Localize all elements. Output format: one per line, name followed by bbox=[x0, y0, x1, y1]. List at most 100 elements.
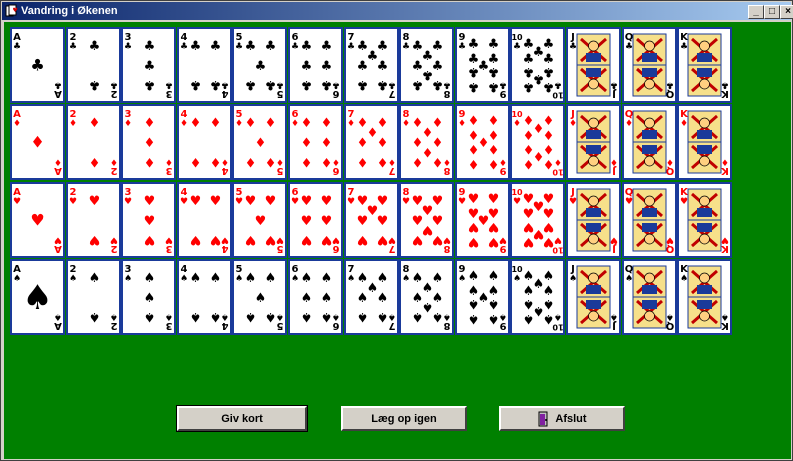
card-pip-icon: ♥ bbox=[301, 231, 313, 246]
card-6-diamonds[interactable]: 6 ♦ 6 ♦ ♦ ♦ ♦ ♦ ♦ ♦ bbox=[288, 104, 343, 181]
card-pip-icon: ♦ bbox=[301, 116, 313, 131]
card-2-spades[interactable]: 2 ♠ 2 ♠ ♠ ♠ bbox=[65, 258, 121, 335]
card-corner-suit-icon: ♥ bbox=[610, 234, 618, 244]
card-pip-icon: ♣ bbox=[189, 77, 201, 92]
card-corner-suit-icon: ♠ bbox=[625, 274, 633, 284]
card-pip-icon: ♣ bbox=[412, 77, 424, 92]
card-rank-label: 10 bbox=[512, 188, 523, 197]
card-2-clubs[interactable]: 2 ♣ 2 ♣ ♣ ♣ bbox=[65, 27, 121, 103]
card-j-hearts[interactable]: J ♥ J ♥ bbox=[566, 181, 621, 258]
card-9-hearts[interactable]: 9 ♥ 9 ♥ ♥ ♥ ♥ ♥ ♥ ♥ ♥ ♥ ♥ bbox=[454, 181, 510, 258]
card-pip-icon: ♦ bbox=[321, 136, 333, 151]
minimize-button[interactable]: _ bbox=[748, 5, 764, 19]
card-8-diamonds[interactable]: 8 ♦ 8 ♦ ♦ ♦ ♦ ♦ ♦ ♦ ♦ ♦ bbox=[399, 104, 455, 181]
card-5-diamonds[interactable]: 5 ♦ 5 ♦ ♦ ♦ ♦ ♦ ♦ bbox=[232, 104, 288, 181]
card-6-hearts[interactable]: 6 ♥ 6 ♥ ♥ ♥ ♥ ♥ ♥ ♥ bbox=[288, 181, 343, 258]
card-7-diamonds[interactable]: 7 ♦ 7 ♦ ♦ ♦ ♦ ♦ ♦ ♦ ♦ bbox=[343, 104, 399, 181]
card-pip-icon: ♦ bbox=[523, 156, 535, 171]
card-3-diamonds[interactable]: 3 ♦ 3 ♦ ♦ ♦ ♦ bbox=[121, 104, 177, 181]
card-pip-icon: ♥ bbox=[144, 214, 156, 229]
close-button[interactable]: × bbox=[780, 5, 793, 19]
card-pip-icon: ♣ bbox=[523, 79, 535, 94]
card-corner-suit-icon: ♣ bbox=[625, 42, 633, 52]
card-pip-icon: ♠ bbox=[376, 291, 388, 306]
card-10-diamonds[interactable]: 10 ♦ 10 ♦ ♦ ♦ ♦ ♦ ♦ ♦ ♦ ♦ ♦ ♦ bbox=[510, 104, 566, 181]
card-pip-icon: ♦ bbox=[255, 136, 267, 151]
deal-button[interactable]: Giv kort bbox=[176, 405, 308, 432]
card-j-diamonds[interactable]: J ♦ J ♦ bbox=[566, 104, 621, 181]
card-4-diamonds[interactable]: 4 ♦ 4 ♦ ♦ ♦ ♦ ♦ bbox=[176, 104, 232, 181]
card-a-spades[interactable]: A ♠ A ♠ ♠ bbox=[10, 258, 65, 335]
maximize-button[interactable]: □ bbox=[764, 5, 780, 19]
card-q-clubs[interactable]: Q ♣ Q ♣ bbox=[621, 27, 677, 103]
card-5-hearts[interactable]: 5 ♥ 5 ♥ ♥ ♥ ♥ ♥ ♥ bbox=[232, 181, 288, 258]
card-k-clubs[interactable]: K ♣ K ♣ bbox=[677, 27, 733, 103]
card-10-hearts[interactable]: 10 ♥ 10 ♥ ♥ ♥ ♥ ♥ ♥ ♥ ♥ ♥ ♥ ♥ bbox=[510, 181, 566, 258]
card-pip-icon: ♥ bbox=[255, 214, 267, 229]
redeal-button[interactable]: Læg op igen bbox=[341, 406, 467, 431]
card-10-clubs[interactable]: 10 ♣ 10 ♣ ♣ ♣ ♣ ♣ ♣ ♣ ♣ ♣ ♣ ♣ bbox=[510, 27, 566, 103]
card-q-spades[interactable]: Q ♠ Q ♠ bbox=[621, 258, 677, 335]
card-pip-icon: ♠ bbox=[301, 291, 313, 306]
card-4-clubs[interactable]: 4 ♣ 4 ♣ ♣ ♣ ♣ ♣ bbox=[176, 27, 232, 103]
card-rank-label: 10 bbox=[512, 110, 523, 119]
card-pip-icon: ♦ bbox=[265, 116, 277, 131]
card-a-diamonds[interactable]: A ♦ A ♦ ♦ bbox=[10, 104, 65, 181]
card-j-spades[interactable]: J ♠ J ♠ bbox=[566, 258, 621, 335]
card-pip-icon: ♣ bbox=[321, 77, 333, 92]
card-4-hearts[interactable]: 4 ♥ 4 ♥ ♥ ♥ ♥ ♥ bbox=[176, 181, 232, 258]
card-board: A ♣ A ♣ ♣ 2 ♣ 2 ♣ ♣ ♣ 3 ♣ 3 ♣ ♣ ♣ ♣ 4 ♣ 4 ♣ ♣ ♣ ♣ ♣ 5 ♣ 5 ♣ ♣ ♣ ♣ ♣ ♣ 6 ♣ 6 ♣ ♣… bbox=[10, 27, 733, 335]
card-pip-icon: ♣ bbox=[412, 59, 424, 74]
title-bar[interactable]: ♥ Vandring i Økenen _ □ × bbox=[2, 2, 793, 20]
card-k-spades[interactable]: K ♠ K ♠ bbox=[677, 258, 733, 335]
card-5-clubs[interactable]: 5 ♣ 5 ♣ ♣ ♣ ♣ ♣ ♣ bbox=[232, 27, 288, 103]
card-8-clubs[interactable]: 8 ♣ 8 ♣ ♣ ♣ ♣ ♣ ♣ ♣ ♣ ♣ bbox=[399, 27, 455, 103]
card-3-clubs[interactable]: 3 ♣ 3 ♣ ♣ ♣ ♣ bbox=[121, 27, 177, 103]
card-10-spades[interactable]: 10 ♠ 10 ♠ ♠ ♠ ♠ ♠ ♠ ♠ ♠ ♠ ♠ ♠ bbox=[510, 258, 566, 335]
card-k-diamonds[interactable]: K ♦ K ♦ bbox=[677, 104, 733, 181]
card-corner-suit-icon: ♠ bbox=[13, 274, 21, 284]
card-corner-suit-icon: ♥ bbox=[235, 197, 243, 207]
card-5-spades[interactable]: 5 ♠ 5 ♠ ♠ ♠ ♠ ♠ ♠ bbox=[232, 258, 288, 335]
card-k-hearts[interactable]: K ♥ K ♥ bbox=[677, 181, 733, 258]
card-9-diamonds[interactable]: 9 ♦ 9 ♦ ♦ ♦ ♦ ♦ ♦ ♦ ♦ ♦ ♦ bbox=[454, 104, 510, 181]
exit-button[interactable]: Afslut bbox=[499, 406, 625, 431]
card-pip-icon: ♠ bbox=[412, 291, 424, 306]
card-pip-icon: ♥ bbox=[189, 194, 201, 209]
card-pip-icon: ♦ bbox=[376, 154, 388, 169]
card-8-spades[interactable]: 8 ♠ 8 ♠ ♠ ♠ ♠ ♠ ♠ ♠ ♠ ♠ bbox=[399, 258, 455, 335]
card-4-spades[interactable]: 4 ♠ 4 ♠ ♠ ♠ ♠ ♠ bbox=[176, 258, 232, 335]
card-2-hearts[interactable]: 2 ♥ 2 ♥ ♥ ♥ bbox=[65, 181, 121, 258]
card-corner-suit-icon: ♠ bbox=[347, 274, 355, 284]
card-3-spades[interactable]: 3 ♠ 3 ♠ ♠ ♠ ♠ bbox=[121, 258, 177, 335]
card-7-clubs[interactable]: 7 ♣ 7 ♣ ♣ ♣ ♣ ♣ ♣ ♣ ♣ bbox=[343, 27, 399, 103]
card-corner-suit-icon: ♣ bbox=[54, 80, 62, 90]
card-pip-icon: ♥ bbox=[245, 194, 257, 209]
card-pip-icon: ♥ bbox=[432, 194, 444, 209]
card-a-clubs[interactable]: A ♣ A ♣ ♣ bbox=[10, 27, 65, 103]
card-9-clubs[interactable]: 9 ♣ 9 ♣ ♣ ♣ ♣ ♣ ♣ ♣ ♣ ♣ ♣ bbox=[454, 27, 510, 103]
card-q-diamonds[interactable]: Q ♦ Q ♦ bbox=[621, 104, 677, 181]
card-2-diamonds[interactable]: 2 ♦ 2 ♦ ♦ ♦ bbox=[65, 104, 121, 181]
card-3-hearts[interactable]: 3 ♥ 3 ♥ ♥ ♥ ♥ bbox=[121, 181, 177, 258]
card-pip-icon: ♠ bbox=[376, 309, 388, 324]
card-pip-icon: ♦ bbox=[209, 116, 221, 131]
card-q-hearts[interactable]: Q ♥ Q ♥ bbox=[621, 181, 677, 258]
card-corner-suit-icon: ♣ bbox=[291, 42, 299, 52]
card-corner-suit-icon: ♠ bbox=[235, 274, 243, 284]
card-corner-suit-icon: ♥ bbox=[625, 197, 633, 207]
card-pip-icon: ♥ bbox=[487, 233, 499, 248]
card-9-spades[interactable]: 9 ♠ 9 ♠ ♠ ♠ ♠ ♠ ♠ ♠ ♠ ♠ ♠ bbox=[454, 258, 510, 335]
card-pip-icon: ♠ bbox=[543, 269, 555, 284]
card-a-hearts[interactable]: A ♥ A ♥ ♥ bbox=[10, 181, 65, 258]
card-6-clubs[interactable]: 6 ♣ 6 ♣ ♣ ♣ ♣ ♣ ♣ ♣ bbox=[288, 27, 343, 103]
card-8-hearts[interactable]: 8 ♥ 8 ♥ ♥ ♥ ♥ ♥ ♥ ♥ ♥ ♥ bbox=[399, 181, 455, 258]
card-6-spades[interactable]: 6 ♠ 6 ♠ ♠ ♠ ♠ ♠ ♠ ♠ bbox=[288, 258, 343, 335]
card-pip-icon: ♥ bbox=[88, 231, 100, 246]
card-pip-icon: ♣ bbox=[245, 39, 257, 54]
card-corner-suit-icon: ♠ bbox=[124, 274, 132, 284]
card-7-spades[interactable]: 7 ♠ 7 ♠ ♠ ♠ ♠ ♠ ♠ ♠ ♠ bbox=[343, 258, 399, 335]
card-7-hearts[interactable]: 7 ♥ 7 ♥ ♥ ♥ ♥ ♥ ♥ ♥ ♥ bbox=[343, 181, 399, 258]
card-j-clubs[interactable]: J ♣ J ♣ bbox=[566, 27, 621, 103]
card-pip-icon: ♥ bbox=[523, 233, 535, 248]
